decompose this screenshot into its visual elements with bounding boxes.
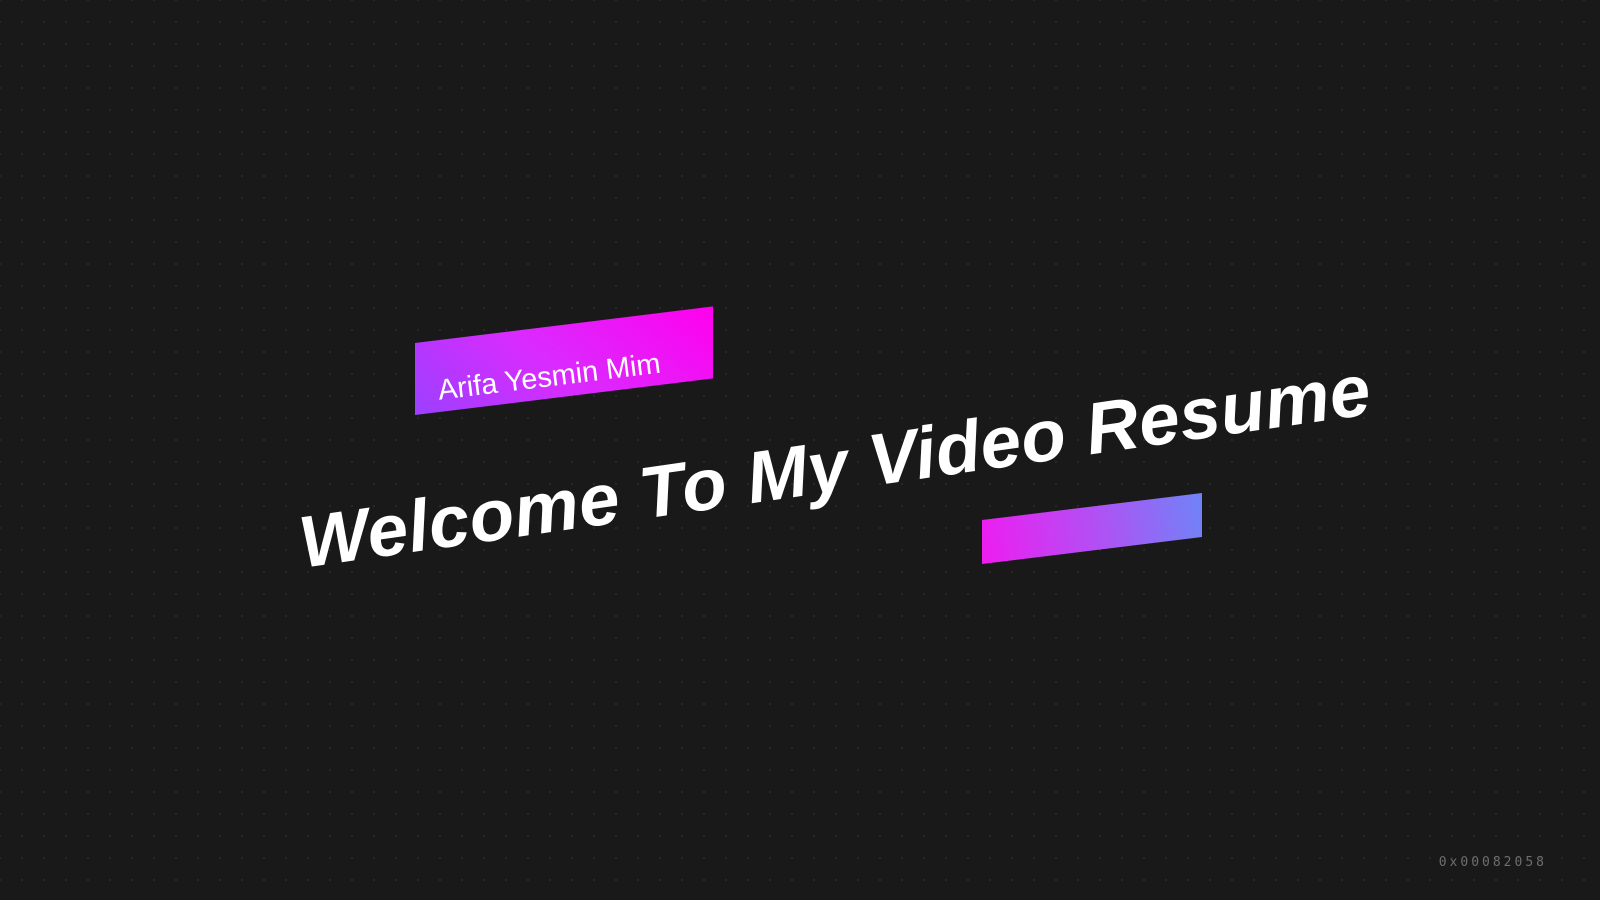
accent-bar: [982, 492, 1202, 564]
frame-code: 0x00082058: [1438, 855, 1547, 870]
video-title-slide: Arifa Yesmin Mim Welcome To My Video Res…: [0, 0, 1600, 900]
